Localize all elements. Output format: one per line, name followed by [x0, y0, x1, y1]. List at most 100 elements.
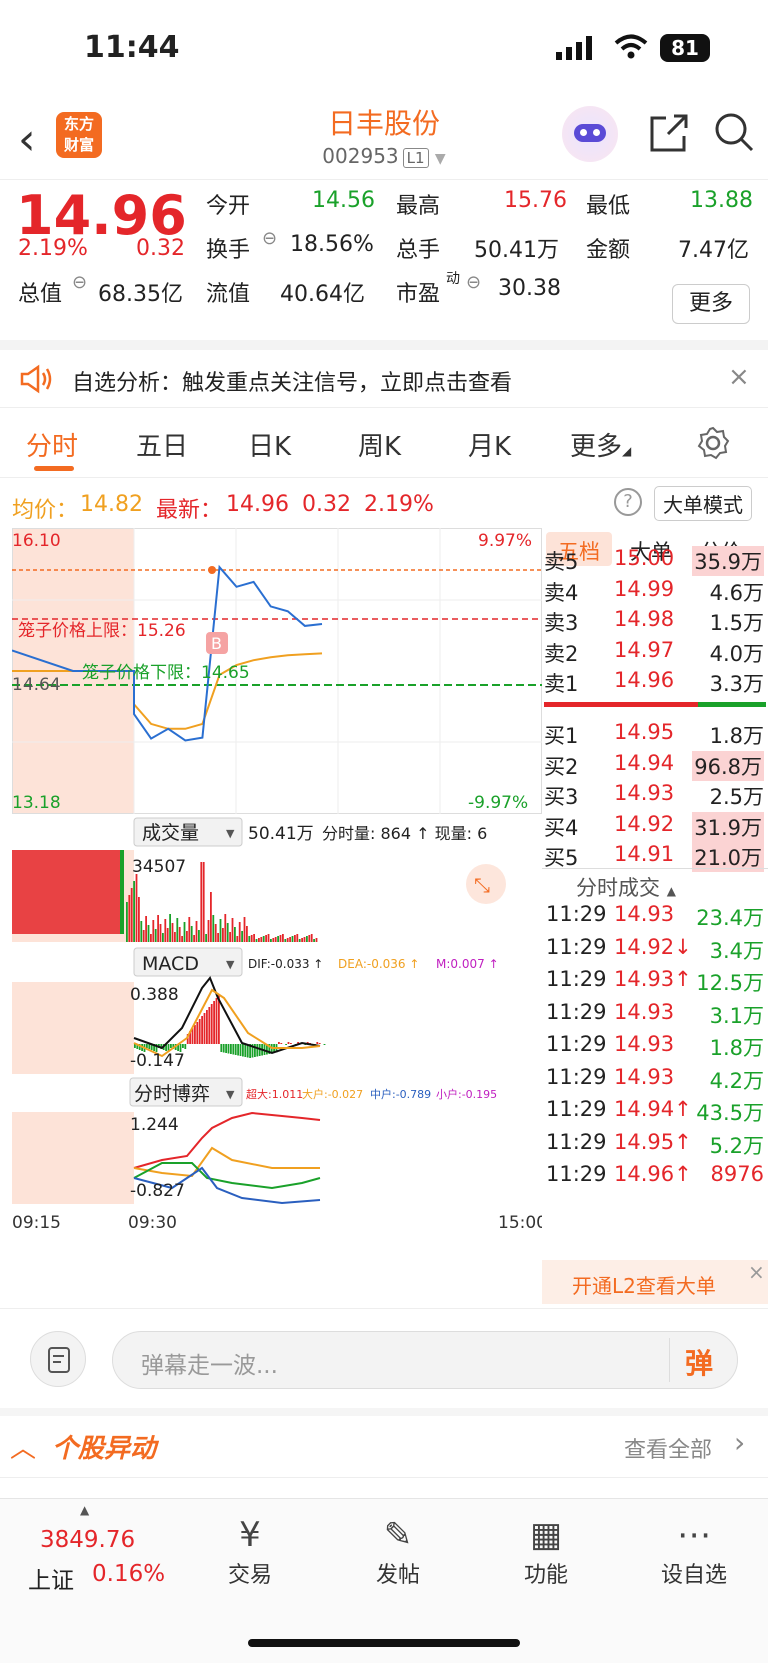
- nav-watchlist[interactable]: ⋯ 设自选: [634, 1513, 754, 1589]
- bid-row[interactable]: 买3 14.93 2.5万: [542, 777, 768, 809]
- gear-icon[interactable]: [696, 426, 730, 460]
- nav-functions[interactable]: ▦ 功能: [486, 1513, 606, 1589]
- dropdown-icon: ▼: [226, 958, 235, 971]
- volume-bar: [126, 902, 128, 942]
- volume-bar: [150, 934, 152, 942]
- big-order-mode-button[interactable]: 大单模式: [654, 486, 752, 521]
- volume-bar: [310, 934, 313, 942]
- ask-row[interactable]: 卖1 14.96 3.3万: [542, 664, 768, 696]
- close-icon[interactable]: ×: [728, 362, 750, 392]
- macd-bar: [287, 1042, 290, 1044]
- macd-bar: [196, 1022, 199, 1044]
- trade-tick-row: 11:29 14.96↑ 8976: [542, 1158, 768, 1192]
- macd-bar: [210, 1004, 213, 1044]
- tab-more[interactable]: 更多◢: [570, 426, 631, 463]
- bid-row[interactable]: 买5 14.91 21.0万: [542, 838, 768, 872]
- pe-value: 30.38: [498, 276, 561, 301]
- help-icon[interactable]: ?: [614, 488, 642, 516]
- intraday-chart[interactable]: B 16.10 9.97% 14.64 13.18 -9.97% 笼子价格上限：…: [12, 528, 542, 1308]
- tick-volume: 4.2万: [709, 1068, 764, 1093]
- volume-bar: [138, 897, 140, 942]
- notes-icon[interactable]: [30, 1331, 86, 1387]
- danmaku-send-button[interactable]: 弹: [685, 1342, 713, 1382]
- chevron-up-icon[interactable]: ︿: [10, 1428, 36, 1465]
- battery-level: 81: [671, 36, 699, 60]
- bid-row[interactable]: 买1 14.95 1.8万: [542, 716, 768, 748]
- ask-price: 14.99: [614, 576, 675, 601]
- nav-trade[interactable]: ¥ 交易: [190, 1513, 310, 1589]
- dea-value: DEA:-0.036 ↑: [338, 957, 419, 971]
- ask-row[interactable]: 卖3 14.98 1.5万: [542, 603, 768, 635]
- volume-bar: [265, 935, 267, 942]
- status-bar: 11:44 81: [0, 0, 768, 100]
- tab-5day[interactable]: 五日: [136, 426, 188, 463]
- ask-row[interactable]: 卖4 14.99 4.6万: [542, 573, 768, 605]
- volume-bar: [298, 939, 301, 942]
- nav-post[interactable]: ✎ 发帖: [338, 1513, 458, 1589]
- macd-bar: [206, 1010, 208, 1044]
- robot-avatar-icon[interactable]: [562, 106, 618, 162]
- ask-ratio-bar: [544, 702, 698, 707]
- tick-time: 11:29: [546, 934, 607, 959]
- ask-volume: 1.5万: [709, 611, 764, 635]
- top-pct-label: 9.97%: [478, 531, 532, 551]
- close-icon[interactable]: ×: [748, 1260, 765, 1284]
- l2-banner[interactable]: 开通L2查看大单 ×: [542, 1260, 768, 1304]
- more-button[interactable]: 更多: [672, 284, 750, 324]
- bid-volume: 31.9万: [692, 811, 764, 842]
- volume-bar: [186, 931, 188, 942]
- tab-intraday[interactable]: 分时: [26, 426, 78, 463]
- ask-price: 15.00: [614, 546, 675, 570]
- tab-monthly-k[interactable]: 月K: [468, 426, 511, 463]
- volume-bar: [291, 936, 294, 942]
- volume-bar: [303, 937, 306, 942]
- volume-bar: [301, 938, 303, 942]
- volume-max-label: 34507: [132, 857, 186, 877]
- super-value: 超大:1.011: [246, 1087, 303, 1101]
- macd-bar: [239, 1044, 242, 1056]
- volume-bar: [190, 926, 193, 942]
- tick-price: 14.96↑: [614, 1162, 692, 1186]
- share-icon[interactable]: [648, 112, 690, 154]
- view-all-link[interactable]: 查看全部: [624, 1432, 712, 1464]
- ask-row[interactable]: 卖5 15.00 35.9万: [542, 542, 768, 576]
- volume-bar: [296, 934, 299, 942]
- info-icon[interactable]: ⊖: [262, 228, 277, 249]
- index-pct[interactable]: 0.16%: [92, 1561, 165, 1587]
- analysis-banner[interactable]: 自选分析：触发重点关注信号，立即点击查看 ×: [0, 340, 768, 408]
- bid-row[interactable]: 买2 14.94 96.8万: [542, 747, 768, 781]
- index-name[interactable]: 上证: [28, 1561, 74, 1595]
- ask-row[interactable]: 卖2 14.97 4.0万: [542, 634, 768, 666]
- index-value[interactable]: 3849.76: [40, 1527, 135, 1553]
- game-top-label: 1.244: [130, 1115, 179, 1135]
- volume-detail: 分时量: 864 ↑ 现量: 6: [322, 824, 487, 843]
- volume-bar: [147, 925, 150, 942]
- chevron-right-icon[interactable]: ›: [734, 1426, 745, 1459]
- level-badge: L1: [402, 148, 429, 168]
- search-icon[interactable]: [712, 110, 756, 154]
- volume-bar: [270, 939, 272, 942]
- stock-movement-section[interactable]: ︿ 个股异动 查看全部 ›: [0, 1408, 768, 1478]
- bid-row[interactable]: 买4 14.92 31.9万: [542, 808, 768, 842]
- volume-bar: [181, 936, 183, 942]
- bid-price: 14.95: [614, 720, 675, 744]
- volume-bar: [120, 850, 124, 934]
- volume-label: 成交量: [142, 822, 199, 844]
- macd-bar: [256, 1044, 259, 1057]
- info-icon[interactable]: ⊖: [466, 272, 481, 293]
- tick-time: 11:29: [546, 1064, 607, 1089]
- macd-bar: [318, 1043, 321, 1044]
- volume-bar: [279, 935, 282, 942]
- caret-up-icon: ▲: [80, 1503, 90, 1517]
- change-pct: 2.19%: [18, 236, 88, 261]
- tab-weekly-k[interactable]: 周K: [358, 426, 401, 463]
- volume-bar: [248, 936, 251, 942]
- danmaku-input[interactable]: 弹幕走一波... 弹: [112, 1331, 738, 1389]
- macd-bar: [213, 1001, 215, 1044]
- stock-header: ‹ 东方 财富 日丰股份 002953 L1 ▼: [0, 100, 768, 180]
- info-icon[interactable]: ⊖: [72, 272, 87, 293]
- volume-total: 50.41万: [248, 824, 314, 844]
- change-value: 0.32: [136, 236, 185, 261]
- tab-daily-k[interactable]: 日K: [248, 426, 291, 463]
- macd-bar: [225, 1044, 227, 1053]
